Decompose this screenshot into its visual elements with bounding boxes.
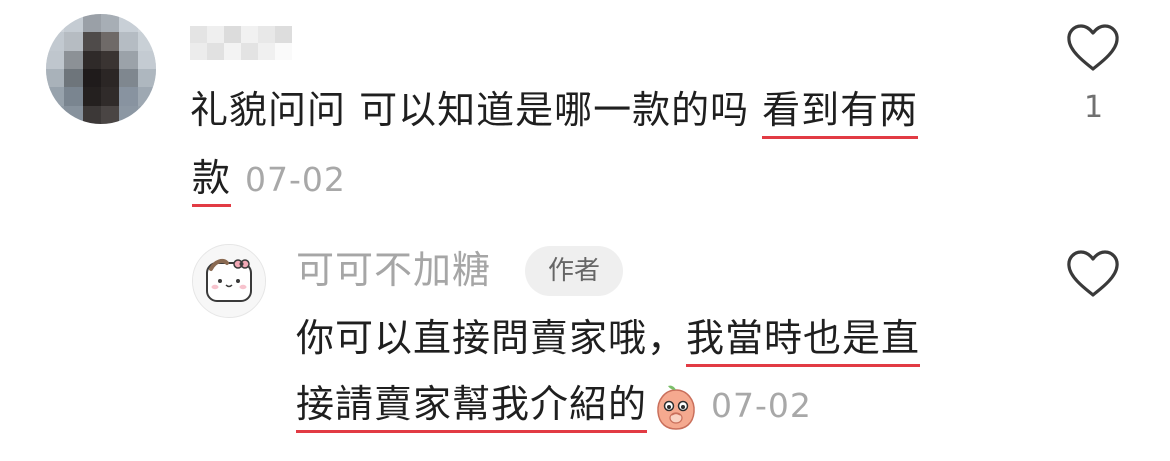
reply-text-line1: 你可以直接問賣家哦，我當時也是直 xyxy=(296,314,921,367)
heart-outline-icon xyxy=(1067,250,1119,297)
comment-text-line2: 款 07-02 xyxy=(192,154,346,207)
heart-outline-icon xyxy=(1067,24,1119,71)
author-badge: 作者 xyxy=(525,246,623,296)
peach-emoji-icon xyxy=(651,382,701,432)
comment-text-line1: 礼貌问问 可以知道是哪一款的吗 看到有两 xyxy=(190,86,919,139)
comment-highlight-link[interactable]: 看到有两 xyxy=(762,88,919,139)
reply-date: 07-02 xyxy=(711,386,812,425)
commenter-username-redacted[interactable] xyxy=(190,26,292,60)
like-button[interactable] xyxy=(1064,22,1122,74)
reply-text: 你可以直接問賣家哦， xyxy=(296,316,687,360)
reply-like-button[interactable] xyxy=(1064,248,1122,300)
comment-date: 07-02 xyxy=(245,160,346,199)
reply-highlight-link-cont[interactable]: 接請賣家幫我介紹的 xyxy=(296,382,648,433)
comment-text: 礼貌问问 可以知道是哪一款的吗 xyxy=(190,88,763,132)
reply-author-name[interactable]: 可可不加糖 xyxy=(296,246,491,294)
commenter-avatar[interactable] xyxy=(46,14,156,124)
avatar-mosaic xyxy=(46,14,156,124)
reply-text-line2: 接請賣家幫我介紹的 07-02 xyxy=(296,380,812,433)
reply-author-avatar[interactable] xyxy=(192,244,266,318)
comment-highlight-link-cont[interactable]: 款 xyxy=(192,156,232,207)
like-count: 1 xyxy=(1084,90,1104,125)
cartoon-avatar-icon xyxy=(193,245,265,317)
reply-highlight-link[interactable]: 我當時也是直 xyxy=(686,316,921,367)
